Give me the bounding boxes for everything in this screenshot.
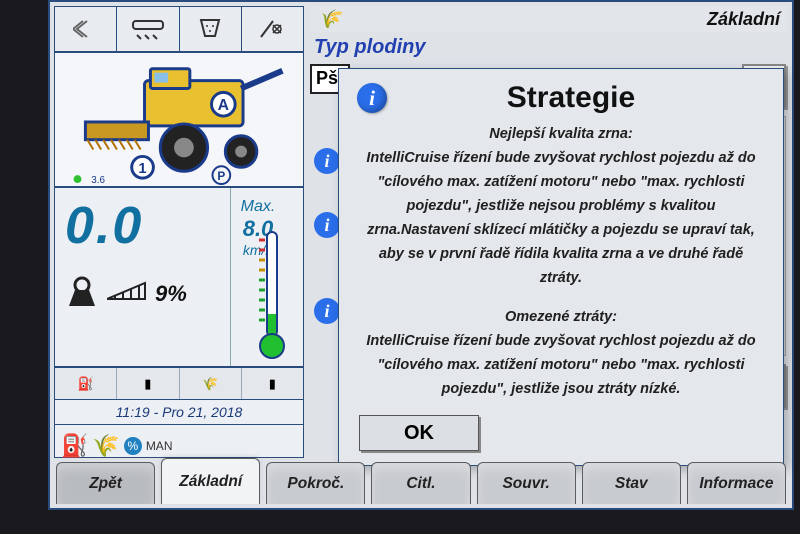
dialog-title: Strategie (407, 81, 765, 115)
fuel-pump-icon[interactable]: ⛽ (55, 368, 117, 399)
tab-back[interactable]: Zpět (56, 462, 155, 504)
left-panel: A P 1 3.6 0.0 (54, 6, 304, 458)
screen: 🌾 Základní (48, 0, 794, 510)
grain-loss-icon[interactable]: 🌾 (180, 368, 242, 399)
info-icon[interactable]: i (314, 298, 340, 324)
section-crop-type-label: Typ plodiny (310, 36, 788, 62)
timestamp: 11:19 - Pro 21, 2018 (55, 400, 303, 425)
page-title: Základní (707, 9, 780, 30)
dialog-section2-heading: Omezené ztráty: (357, 306, 765, 330)
crop-icon: 🌾 (92, 433, 119, 459)
svg-text:3.6: 3.6 (91, 175, 105, 186)
ramp-icon (107, 281, 147, 306)
sieve-icon[interactable] (180, 7, 242, 51)
svg-text:1: 1 (138, 161, 146, 177)
tab-basic[interactable]: Základní (161, 458, 260, 504)
svg-text:P: P (217, 169, 225, 183)
left-iconbar (55, 7, 303, 53)
dialog-section1-heading: Nejlepší kvalita zrna: (357, 123, 765, 147)
header-icon[interactable] (117, 7, 179, 51)
dialog-body: Nejlepší kvalita zrna: IntelliCruise říz… (357, 123, 765, 402)
back-arrow-icon[interactable] (55, 7, 117, 51)
strategy-dialog: i Strategie Nejlepší kvalita zrna: Intel… (338, 68, 784, 466)
info-icon[interactable]: i (314, 148, 340, 174)
ok-button[interactable]: OK (359, 415, 479, 451)
ground-speed-value: 0.0 (65, 196, 224, 256)
machine-graphic: A P 1 3.6 (55, 53, 303, 188)
tab-status[interactable]: Stav (582, 462, 681, 504)
speed-panel: 0.0 9% Max. 8.0 km/h (55, 188, 303, 368)
tab-sensitivity[interactable]: Citl. (371, 462, 470, 504)
fuel-icon: ⛽ (61, 433, 88, 459)
dialog-section1-body: IntelliCruise řízení bude zvyšovat rychl… (357, 147, 765, 291)
status-icon-4[interactable]: ▮ (242, 368, 303, 399)
manual-label: MAN (146, 439, 173, 453)
minor-iconbar: ⛽ ▮ 🌾 ▮ (55, 368, 303, 400)
dialog-section2-body: IntelliCruise řízení bude zvyšovat rychl… (357, 330, 765, 402)
info-icon[interactable]: i (314, 212, 340, 238)
fan-icon[interactable] (242, 7, 303, 51)
tab-bar: Zpět Základní Pokroč. Citl. Souvr. Stav … (54, 458, 788, 504)
percent-badge: % (124, 437, 142, 455)
max-label: Max. (231, 198, 285, 216)
tab-advanced[interactable]: Pokroč. (266, 462, 365, 504)
tab-related[interactable]: Souvr. (477, 462, 576, 504)
tab-info[interactable]: Informace (687, 462, 786, 504)
weight-icon (65, 274, 99, 313)
thermometer-icon (259, 226, 285, 362)
info-icon: i (357, 83, 387, 113)
titlebar: 🌾 Základní (310, 6, 788, 32)
status-icon-2[interactable]: ▮ (117, 368, 179, 399)
svg-text:A: A (218, 97, 229, 114)
engine-load-value: 9% (155, 281, 187, 307)
grain-icon: 🌾 (318, 9, 340, 30)
